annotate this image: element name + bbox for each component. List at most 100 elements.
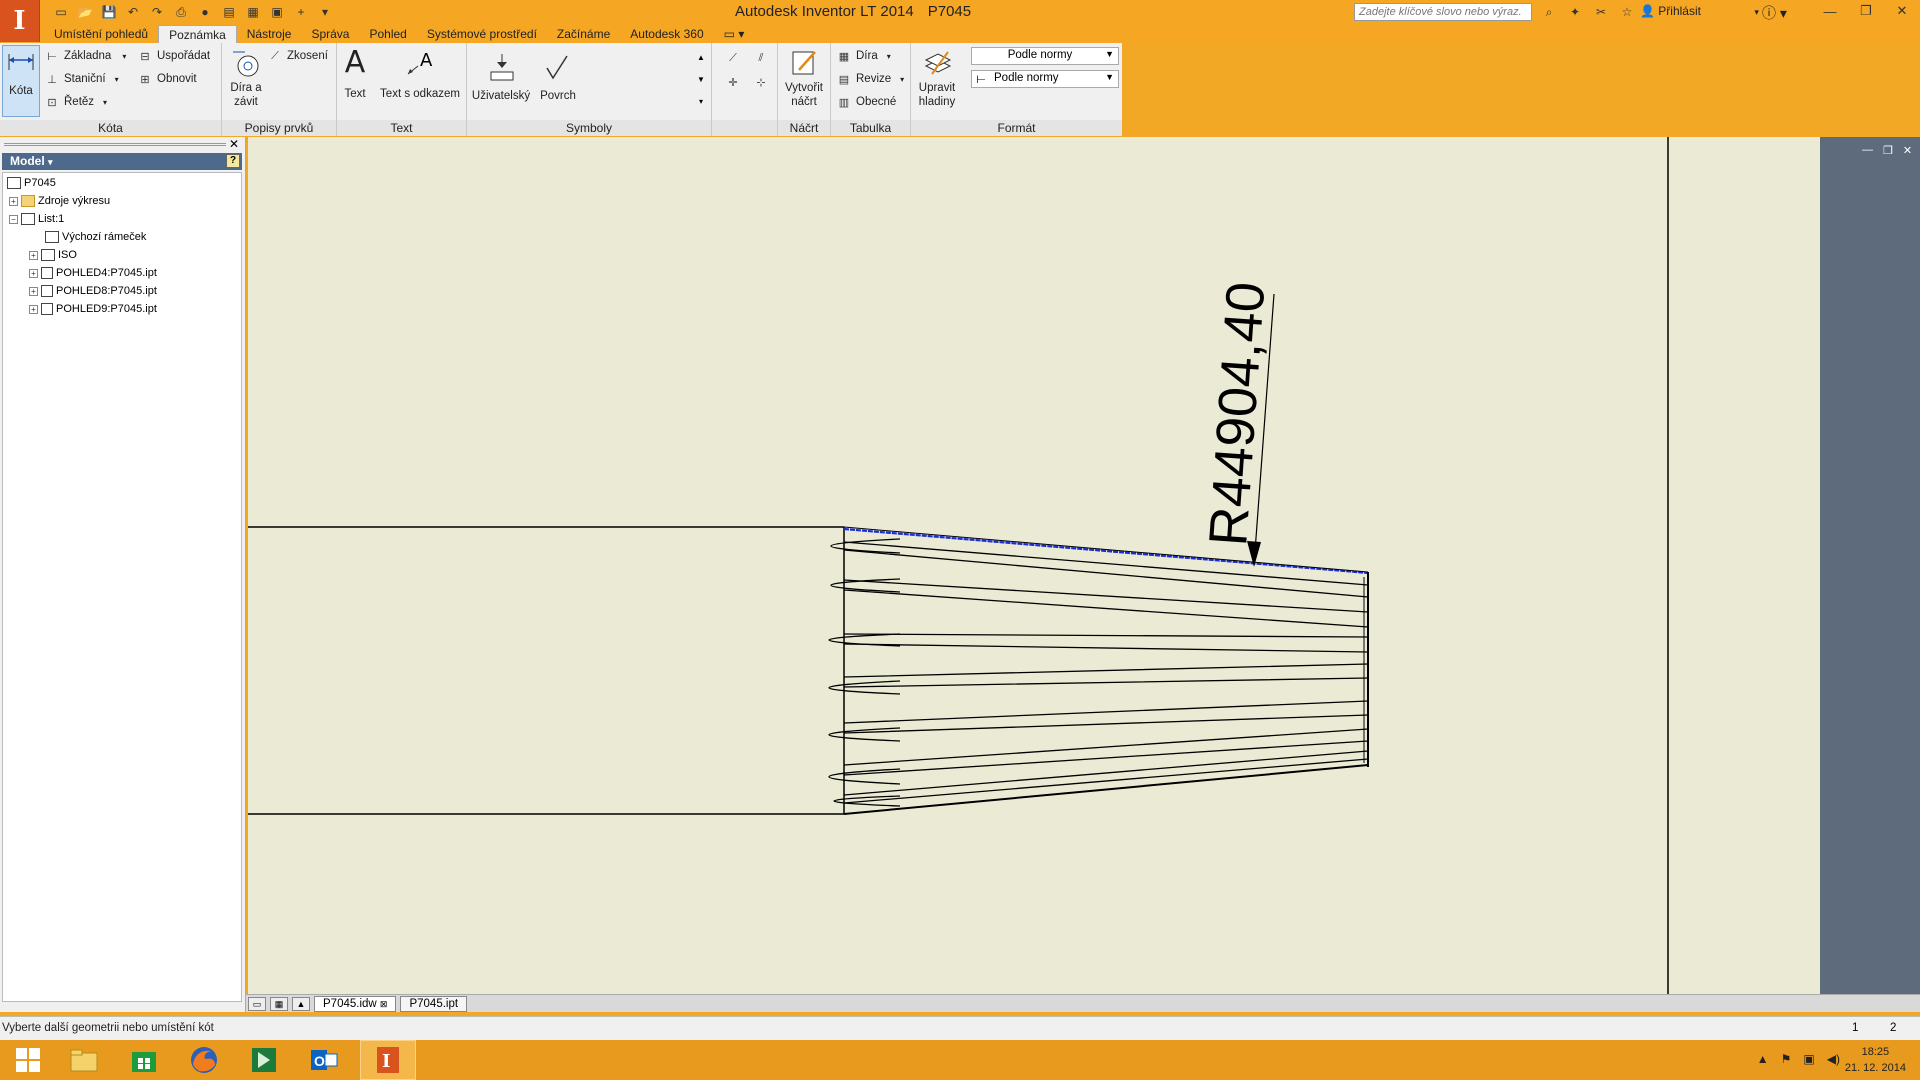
tab-pohled[interactable]: Pohled <box>359 25 416 43</box>
tab-sprava[interactable]: Správa <box>301 25 359 43</box>
start-button[interactable] <box>0 1040 56 1080</box>
hatch-icon[interactable]: ⫽ <box>754 51 768 65</box>
doc-minimize-icon[interactable]: — <box>1862 144 1873 157</box>
tab-poznamka[interactable]: Poznámka <box>158 25 237 43</box>
tree-item-iso[interactable]: + ISO <box>29 247 77 263</box>
doc-restore-icon[interactable]: ❐ <box>1883 144 1893 157</box>
measure-icon[interactable]: ▤ <box>220 4 238 20</box>
tab-systemove-prostredi[interactable]: Systémové prostředí <box>417 25 547 43</box>
update-icon[interactable]: ▦ <box>244 4 262 20</box>
explorer-button[interactable] <box>56 1040 112 1080</box>
drawing-canvas[interactable]: R44904,40 <box>248 137 1820 994</box>
kota-button[interactable]: Kóta <box>2 45 40 117</box>
restore-button[interactable]: ❐ <box>1848 0 1884 22</box>
network-icon[interactable]: ▣ <box>1803 1052 1814 1066</box>
expand-icon[interactable]: + <box>29 250 38 260</box>
minimize-button[interactable]: — <box>1812 0 1848 22</box>
dimension-text[interactable]: R44904,40 <box>1198 280 1276 548</box>
tab-zaciname[interactable]: Začínáme <box>547 25 620 43</box>
open-file-icon[interactable]: 📂 <box>76 4 94 20</box>
vytvorit-nacrt-button[interactable]: Vytvořit náčrt <box>780 47 828 109</box>
help-icon[interactable]: ? <box>226 154 240 168</box>
expand-icon[interactable]: + <box>29 268 38 278</box>
tree-item-zdroje[interactable]: + Zdroje výkresu <box>9 193 110 209</box>
tile-icon[interactable]: ▭ <box>248 996 266 1011</box>
signin-button[interactable]: 👤 Přihlásit ▾ <box>1640 4 1759 18</box>
tree-item-ramecek[interactable]: Výchozí rámeček <box>45 229 146 245</box>
text-button[interactable]: A Text <box>341 47 369 101</box>
close-button[interactable]: ✕ <box>1884 0 1920 22</box>
close-icon[interactable]: ⊠ <box>380 999 388 1009</box>
tray-expand-icon[interactable]: ▲ <box>1757 1052 1769 1066</box>
expand-icon[interactable]: + <box>29 286 38 296</box>
select-icon[interactable]: ● <box>196 4 214 20</box>
usporadat-button[interactable]: ⊟ Uspořádat <box>138 47 210 65</box>
project-app-button[interactable] <box>236 1040 292 1080</box>
flag-icon[interactable]: ⚑ <box>1781 1052 1792 1066</box>
tools-icon[interactable]: ✂ <box>1592 4 1610 20</box>
customize-dropdown-icon[interactable]: ▾ <box>316 4 334 20</box>
zakladna-button[interactable]: ⊢ Základna ▾ <box>45 47 126 65</box>
volume-icon[interactable]: ◀) <box>1827 1052 1840 1066</box>
zkoseni-label: Zkosení <box>287 50 328 62</box>
redo-icon[interactable]: ↷ <box>148 4 166 20</box>
open-documents-icon[interactable]: ▲ <box>292 996 310 1011</box>
obecne-button[interactable]: ▥ Obecné <box>837 93 896 111</box>
firefox-button[interactable] <box>176 1040 232 1080</box>
application-menu-button[interactable]: I <box>0 0 40 42</box>
print-icon[interactable]: ⎙ <box>172 4 190 20</box>
store-button[interactable] <box>116 1040 172 1080</box>
centerpattern-icon[interactable]: ⊹ <box>754 75 768 89</box>
undo-icon[interactable]: ↶ <box>124 4 142 20</box>
expand-icon[interactable]: + <box>9 196 18 206</box>
favorites-star-icon[interactable]: ☆ <box>1618 4 1636 20</box>
povrch-button[interactable]: Povrch <box>533 51 583 103</box>
dira-table-button[interactable]: ▦ Díra ▾ <box>837 47 891 65</box>
doc-tab-ipt[interactable]: P7045.ipt <box>400 995 468 1012</box>
text-s-odkazem-button[interactable]: A Text s odkazem <box>377 47 463 101</box>
symbols-scroll[interactable]: ▲ ▼ ▾ <box>695 47 707 113</box>
tree-item-list[interactable]: − List:1 <box>9 211 64 227</box>
zkoseni-button[interactable]: ⟋ Zkosení <box>268 47 328 65</box>
tab-nastroje[interactable]: Nástroje <box>237 25 302 43</box>
ribbon-options-icon[interactable]: ▭ ▾ <box>714 25 755 43</box>
collapse-icon[interactable]: − <box>9 214 18 224</box>
browser-header[interactable]: Model ▾ ? <box>2 153 242 170</box>
revize-button[interactable]: ▤ Revize ▾ <box>837 70 904 88</box>
uzivatelsky-button[interactable]: Uživatelský <box>471 51 531 103</box>
line-icon[interactable]: ⟋ <box>726 51 740 65</box>
retez-button[interactable]: ⊡ Řetěz ▾ <box>45 93 107 111</box>
subscription-icon[interactable]: ✦ <box>1566 4 1584 20</box>
stanicni-button[interactable]: ⊥ Staniční ▾ <box>45 70 118 88</box>
new-file-icon[interactable]: ▭ <box>52 4 70 20</box>
tree-item-root[interactable]: P7045 <box>7 175 56 191</box>
obnovit-button[interactable]: ⊞ Obnovit <box>138 70 196 88</box>
retrieve-icon: ⊞ <box>140 73 150 86</box>
tree-item-pohled4[interactable]: + POHLED4:P7045.ipt <box>29 265 157 281</box>
expand-icon[interactable]: + <box>29 304 38 314</box>
doc-close-icon[interactable]: ✕ <box>1903 144 1912 157</box>
clock[interactable]: 18:25 21. 12. 2014 <box>1845 1044 1906 1076</box>
hole-table-icon: ▦ <box>838 50 850 63</box>
text-odkaz-label: Text s odkazem <box>380 88 460 100</box>
binoculars-icon[interactable]: ⌕ <box>1540 4 1558 20</box>
layer-dropdown[interactable]: ⊢ Podle normy ▼ <box>971 70 1119 88</box>
inventor-button[interactable]: I <box>360 1040 416 1080</box>
help-icon[interactable]: ⓘ ▾ <box>1762 3 1787 23</box>
outlook-button[interactable]: O <box>296 1040 352 1080</box>
cascade-icon[interactable]: ▦ <box>270 996 288 1011</box>
style-dropdown[interactable]: Podle normy ▼ <box>971 47 1119 65</box>
tree-item-pohled8[interactable]: + POHLED8:P7045.ipt <box>29 283 157 299</box>
project-icon[interactable]: ▣ <box>268 4 286 20</box>
tree-item-pohled9[interactable]: + POHLED9:P7045.ipt <box>29 301 157 317</box>
doc-tab-idw[interactable]: P7045.idw ⊠ <box>314 995 397 1012</box>
dira-a-zavit-button[interactable]: Díra a závit <box>224 47 268 109</box>
search-input[interactable]: Zadejte klíčové slovo nebo výraz. <box>1354 3 1532 21</box>
close-icon[interactable]: ✕ <box>229 137 239 151</box>
save-icon[interactable]: 💾 <box>100 4 118 20</box>
upravit-hladiny-button[interactable]: Upravit hladiny <box>913 47 961 109</box>
tab-umisteni-pohledu[interactable]: Umístění pohledů <box>44 25 158 43</box>
tab-autodesk-360[interactable]: Autodesk 360 <box>620 25 713 43</box>
centermark-icon[interactable]: ✛ <box>726 75 740 89</box>
plus-icon[interactable]: + <box>292 4 310 20</box>
